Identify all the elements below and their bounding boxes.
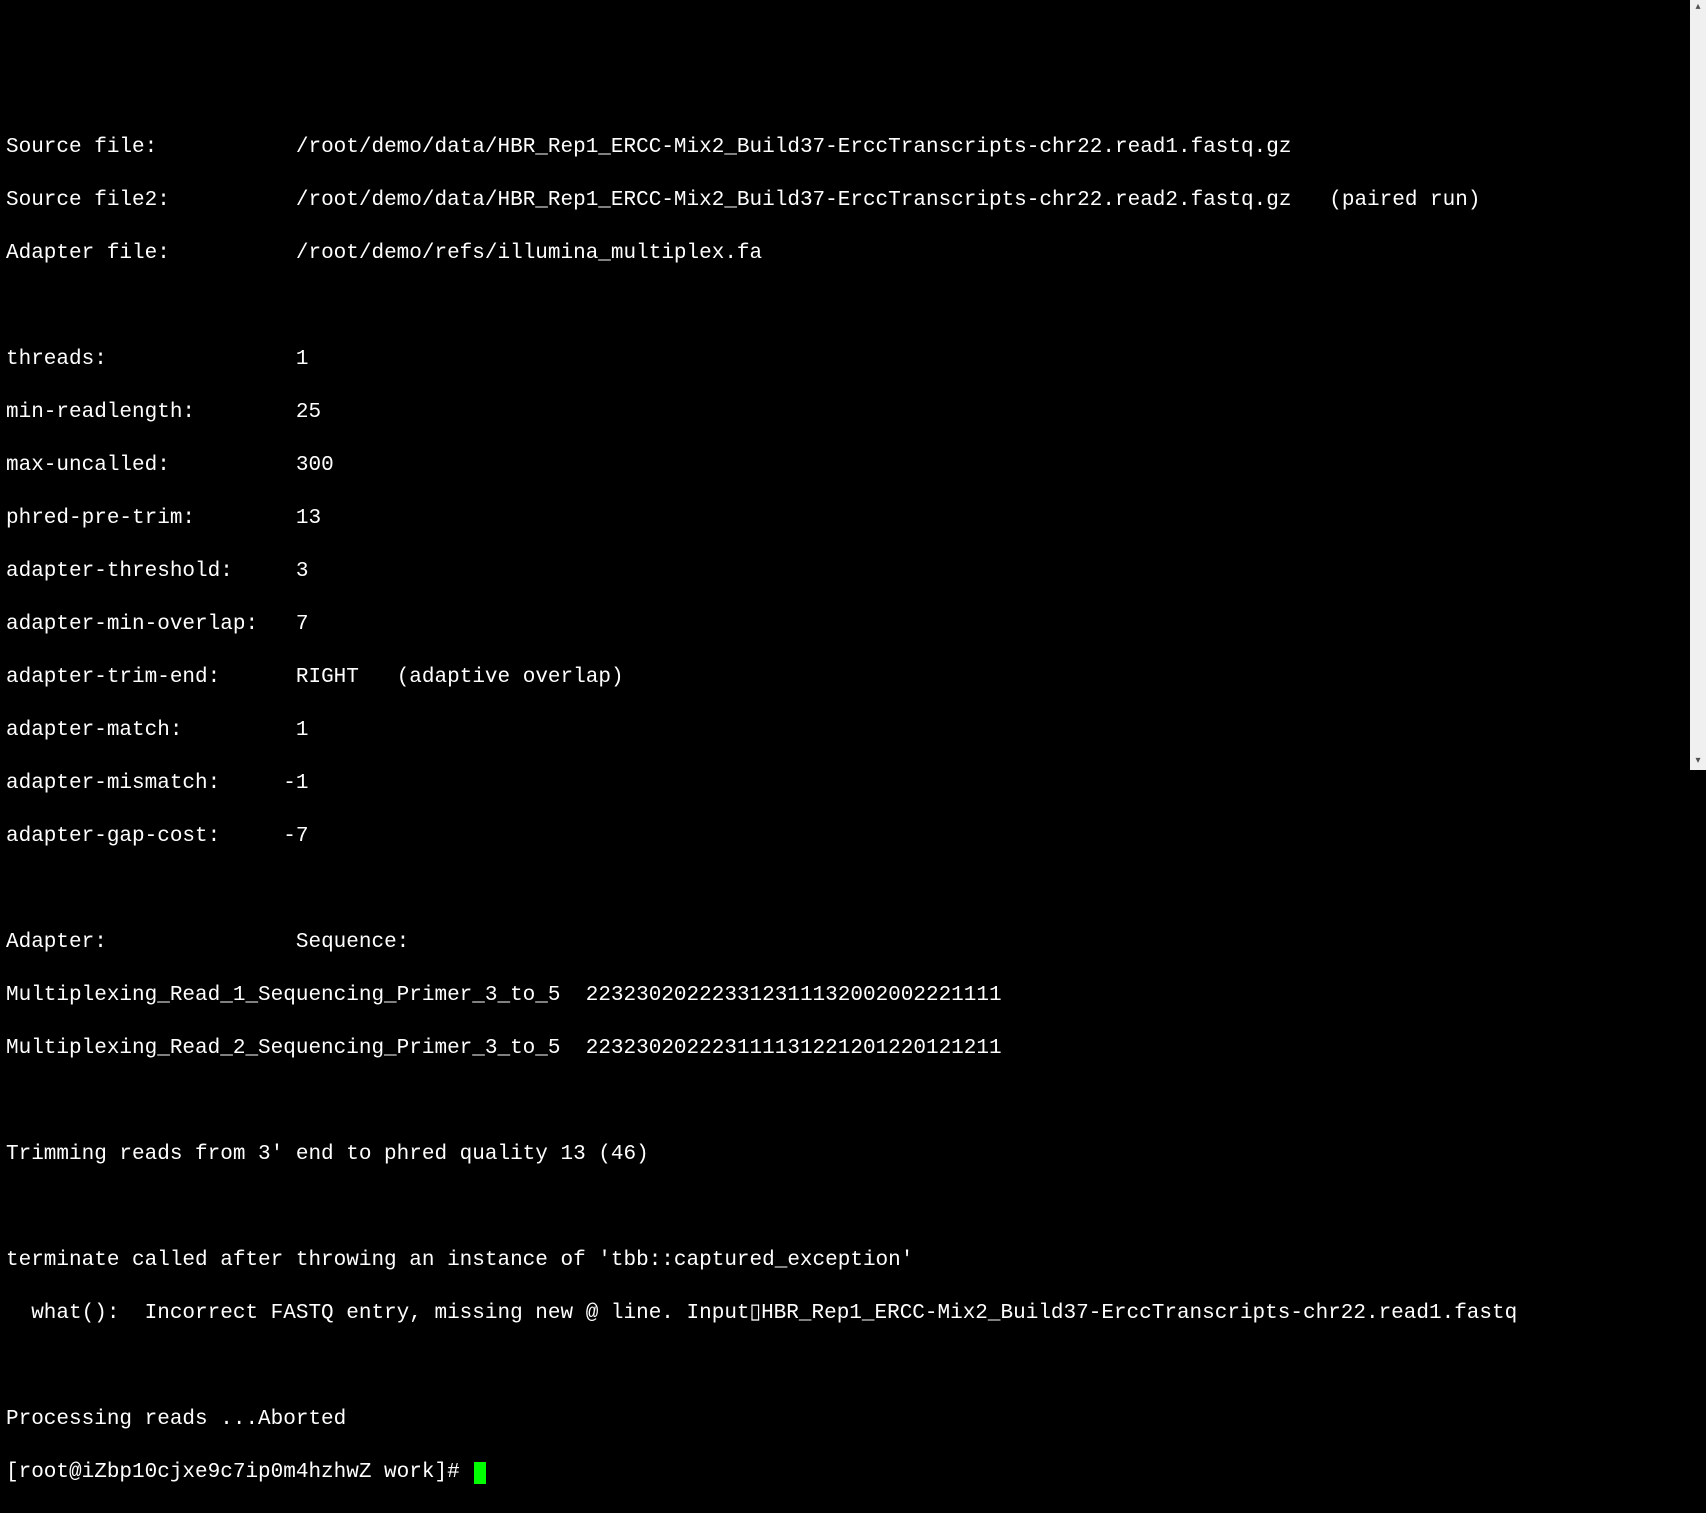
adapter-match-line: adapter-match: 1 <box>6 718 1700 745</box>
phred-pre-trim-value: 13 <box>296 507 321 530</box>
scrollbar-up-button[interactable]: ▴ <box>1690 0 1706 16</box>
threads-label: threads: <box>6 348 107 371</box>
source-file-label: Source file: <box>6 136 157 159</box>
adapter-trim-end-line: adapter-trim-end: RIGHT (adaptive overla… <box>6 665 1700 692</box>
adapter-threshold-label: adapter-threshold: <box>6 560 233 583</box>
adapter-row1-name: Multiplexing_Read_1_Sequencing_Primer_3_… <box>6 984 561 1007</box>
what-message: what(): Incorrect FASTQ entry, missing n… <box>6 1301 1700 1328</box>
adapter-trim-end-label: adapter-trim-end: <box>6 666 220 689</box>
adapter-row1-line: Multiplexing_Read_1_Sequencing_Primer_3_… <box>6 983 1700 1010</box>
adapter-min-overlap-label: adapter-min-overlap: <box>6 613 258 636</box>
adapter-header-line: Adapter: Sequence: <box>6 930 1700 957</box>
adapter-row1-seq: 223230202223312311132002002221111 <box>586 984 1002 1007</box>
adapter-gap-cost-label: adapter-gap-cost: <box>6 825 220 848</box>
adapter-file-label: Adapter file: <box>6 242 170 265</box>
blank-line <box>6 1089 1700 1116</box>
blank-line <box>6 294 1700 321</box>
adapter-gap-cost-line: adapter-gap-cost: -7 <box>6 824 1700 851</box>
adapter-mismatch-value: -1 <box>283 772 308 795</box>
source-file-value: /root/demo/data/HBR_Rep1_ERCC-Mix2_Build… <box>296 136 1292 159</box>
blank-line <box>6 877 1700 904</box>
adapter-match-label: adapter-match: <box>6 719 182 742</box>
trimming-message: Trimming reads from 3' end to phred qual… <box>6 1142 1700 1169</box>
source-file-line: Source file: /root/demo/data/HBR_Rep1_ER… <box>6 135 1700 162</box>
phred-pre-trim-label: phred-pre-trim: <box>6 507 195 530</box>
threads-line: threads: 1 <box>6 347 1700 374</box>
adapter-threshold-line: adapter-threshold: 3 <box>6 559 1700 586</box>
blank-line <box>6 1354 1700 1381</box>
processing-message: Processing reads ...Aborted <box>6 1407 1700 1434</box>
adapter-row2-line: Multiplexing_Read_2_Sequencing_Primer_3_… <box>6 1036 1700 1063</box>
scrollbar[interactable]: ▴ ▾ <box>1690 0 1706 770</box>
adapter-mismatch-label: adapter-mismatch: <box>6 772 220 795</box>
adapter-mismatch-line: adapter-mismatch: -1 <box>6 771 1700 798</box>
adapter-trim-end-value: RIGHT <box>296 666 359 689</box>
cursor-icon <box>474 1462 486 1484</box>
adapter-row2-name: Multiplexing_Read_2_Sequencing_Primer_3_… <box>6 1037 561 1060</box>
source-file2-line: Source file2: /root/demo/data/HBR_Rep1_E… <box>6 188 1700 215</box>
threads-value: 1 <box>296 348 309 371</box>
source-file2-label: Source file2: <box>6 189 170 212</box>
phred-pre-trim-line: phred-pre-trim: 13 <box>6 506 1700 533</box>
adapter-min-overlap-value: 7 <box>296 613 309 636</box>
adapter-row2-seq: 223230202223111131221201220121211 <box>586 1037 1002 1060</box>
source-file2-note: (paired run) <box>1329 189 1480 212</box>
blank-line <box>6 1195 1700 1222</box>
max-uncalled-value: 300 <box>296 454 334 477</box>
max-uncalled-line: max-uncalled: 300 <box>6 453 1700 480</box>
adapter-file-value: /root/demo/refs/illumina_multiplex.fa <box>296 242 762 265</box>
max-uncalled-label: max-uncalled: <box>6 454 170 477</box>
prompt-line[interactable]: [root@iZbp10cjxe9c7ip0m4hzhwZ work]# <box>6 1460 1700 1487</box>
adapter-min-overlap-line: adapter-min-overlap: 7 <box>6 612 1700 639</box>
adapter-threshold-value: 3 <box>296 560 309 583</box>
min-readlength-line: min-readlength: 25 <box>6 400 1700 427</box>
adapter-match-value: 1 <box>296 719 309 742</box>
adapter-file-line: Adapter file: /root/demo/refs/illumina_m… <box>6 241 1700 268</box>
min-readlength-value: 25 <box>296 401 321 424</box>
adapter-trim-end-note: (adaptive overlap) <box>397 666 624 689</box>
shell-prompt: [root@iZbp10cjxe9c7ip0m4hzhwZ work]# <box>6 1461 472 1484</box>
terminal-output[interactable]: Source file: /root/demo/data/HBR_Rep1_ER… <box>6 108 1700 874</box>
scrollbar-down-button[interactable]: ▾ <box>1690 754 1706 770</box>
source-file2-value: /root/demo/data/HBR_Rep1_ERCC-Mix2_Build… <box>296 189 1292 212</box>
adapter-gap-cost-value: -7 <box>283 825 308 848</box>
adapter-header-label: Adapter: <box>6 931 107 954</box>
min-readlength-label: min-readlength: <box>6 401 195 424</box>
sequence-header-label: Sequence: <box>296 931 409 954</box>
terminate-message: terminate called after throwing an insta… <box>6 1248 1700 1275</box>
